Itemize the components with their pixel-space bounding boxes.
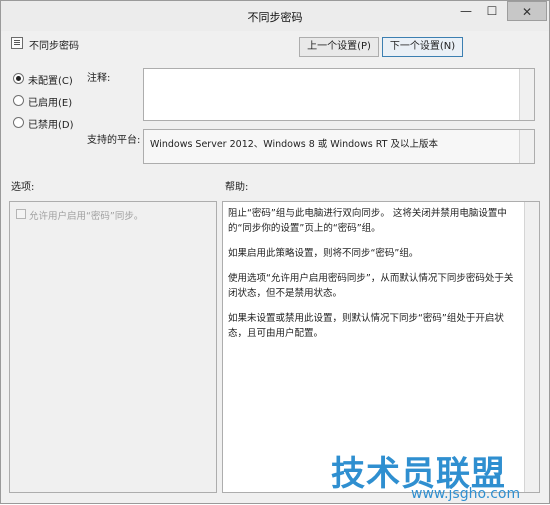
radio-not-configured-label: 未配置(C): [28, 76, 73, 87]
policy-name: 不同步密码: [29, 41, 79, 52]
policy-setting-icon: [11, 37, 23, 49]
allow-password-sync-checkbox[interactable]: [16, 209, 26, 219]
options-panel: 允许用户启用“密码”同步。: [9, 201, 217, 493]
help-text: 阻止“密码”组与此电脑进行双向同步。 这将关闭并禁用电脑设置中的“同步你的设置”…: [228, 206, 518, 351]
help-paragraph: 阻止“密码”组与此电脑进行双向同步。 这将关闭并禁用电脑设置中的“同步你的设置”…: [228, 208, 507, 234]
supported-platform-text: Windows Server 2012、Windows 8 或 Windows …: [150, 139, 438, 150]
close-button[interactable]: ✕: [507, 1, 547, 21]
allow-password-sync-label: 允许用户启用“密码”同步。: [29, 211, 144, 222]
previous-setting-button[interactable]: 上一个设置(P): [299, 37, 379, 57]
help-paragraph: 如果启用此策略设置，则将不同步“密码”组。: [228, 248, 419, 259]
minimize-button[interactable]: —: [453, 1, 479, 21]
comment-scrollbar[interactable]: [519, 69, 534, 120]
title-bar: 不同步密码 — ☐ ✕: [1, 1, 549, 31]
platform-scrollbar[interactable]: [519, 130, 534, 163]
comment-label: 注释:: [87, 73, 111, 84]
radio-enabled-indicator[interactable]: [13, 95, 24, 106]
maximize-button[interactable]: ☐: [479, 1, 505, 21]
watermark-url: www.jsgho.com: [411, 486, 521, 502]
help-paragraph: 如果未设置或禁用此设置，则默认情况下同步“密码”组处于开启状态，且可由用户配置。: [228, 313, 504, 339]
options-label: 选项:: [11, 182, 35, 193]
policy-dialog-window: 不同步密码 — ☐ ✕ 不同步密码 上一个设置(P) 下一个设置(N) 未配置(…: [0, 0, 550, 504]
radio-enabled-label: 已启用(E): [28, 98, 73, 109]
policy-header: 不同步密码: [11, 35, 151, 52]
next-setting-button[interactable]: 下一个设置(N): [382, 37, 463, 57]
radio-disabled-indicator[interactable]: [13, 117, 24, 128]
help-paragraph: 使用选项“允许用户启用密码同步”，从而默认情况下同步密码处于关闭状态，但不是禁用…: [228, 273, 514, 299]
watermark: 技术员联盟 www.jsgho.com: [331, 446, 550, 505]
help-label: 帮助:: [225, 182, 249, 193]
supported-platform-label: 支持的平台:: [87, 135, 141, 146]
radio-not-configured-indicator[interactable]: [13, 73, 24, 84]
supported-platform-box: Windows Server 2012、Windows 8 或 Windows …: [143, 129, 535, 164]
comment-textarea[interactable]: [143, 68, 535, 121]
radio-disabled-label: 已禁用(D): [28, 120, 74, 131]
